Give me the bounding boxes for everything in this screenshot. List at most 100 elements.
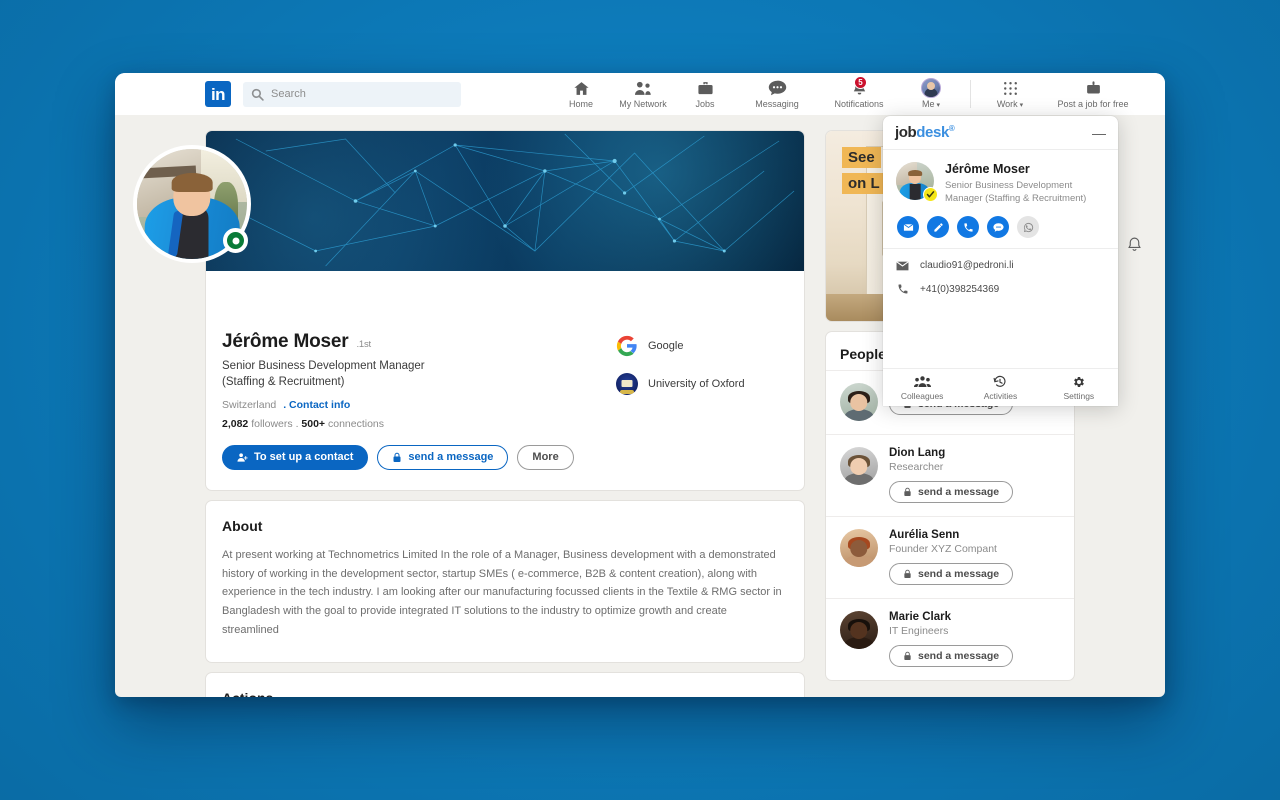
nav-label-my-network: My Network: [619, 98, 667, 109]
nav-label-home: Home: [568, 98, 593, 109]
send-message-label: send a message: [408, 451, 494, 464]
jobdesk-phone-value[interactable]: +41(0)398254369: [920, 284, 999, 295]
gear-icon: [1072, 375, 1086, 389]
nav-item-my-network[interactable]: My Network: [612, 73, 674, 115]
chevron-down-icon: ▾: [1019, 101, 1024, 109]
people-icon: [634, 80, 652, 97]
lock-icon: [903, 569, 912, 579]
nav-item-post-a-job[interactable]: Post a job for free: [1041, 73, 1145, 115]
org-row-google[interactable]: Google: [616, 335, 745, 357]
notifications-badge: 5: [854, 76, 867, 89]
send-message-button[interactable]: send a message: [889, 645, 1014, 667]
person-role: Researcher: [889, 461, 944, 473]
search-input[interactable]: Search: [243, 81, 461, 107]
add-person-icon: [237, 452, 248, 463]
send-message-button[interactable]: send a message: [377, 444, 509, 470]
group-icon: [913, 375, 931, 389]
tab-colleagues-label: Colleagues: [900, 390, 944, 401]
headline-line-1: Senior Business Development Manager: [222, 360, 425, 372]
list-item: Aurélia Senn Founder XYZ Compant send a …: [826, 516, 1074, 598]
headline-line-2: (Staffing & Recruitment): [222, 376, 345, 389]
actions-title: Actions: [222, 690, 784, 697]
search-placeholder: Search: [271, 88, 306, 100]
profile-location: Switzerland: [222, 398, 277, 411]
list-item: Marie Clark IT Engineers send a message: [826, 598, 1074, 680]
jobdesk-logo: jobdesk®: [895, 124, 955, 141]
nav-item-home[interactable]: Home: [550, 73, 612, 115]
person-role: IT Engineers: [889, 625, 949, 637]
tab-colleagues[interactable]: Colleagues: [883, 375, 961, 401]
avatar[interactable]: [840, 529, 878, 567]
main-column: in Jérôme Moser .1st Senior B: [133, 130, 1141, 697]
jobdesk-role-line-2: Manager (Staffing & Recruitment): [945, 193, 1087, 205]
followers-count: 2,082: [222, 417, 249, 430]
nav-label-jobs: Jobs: [695, 98, 715, 109]
nav-label-messaging: Messaging: [755, 98, 799, 109]
stats-separator: .: [295, 417, 299, 430]
nav-label-work: Work: [996, 98, 1018, 109]
followers-label: followers: [251, 417, 293, 430]
post-job-icon: [1085, 80, 1102, 97]
avatar[interactable]: [840, 447, 878, 485]
about-text: At present working at Technometrics Limi…: [222, 548, 782, 637]
jobdesk-quick-actions: [896, 216, 1105, 239]
jobdesk-email-value[interactable]: claudio91@pedroni.li: [920, 260, 1014, 271]
profile-avatar[interactable]: [133, 145, 251, 263]
browser-window: in Search Home My Network Jobs Messaging…: [115, 73, 1165, 697]
oxford-logo-icon: [616, 373, 638, 395]
person-name: Marie Clark: [889, 611, 952, 623]
send-message-button[interactable]: send a message: [889, 563, 1014, 585]
envelope-icon[interactable]: [897, 216, 919, 239]
profile-stats: 2,082 followers . 500+ connections: [222, 418, 604, 430]
grid-icon: [1003, 80, 1018, 97]
send-message-label: send a message: [918, 568, 1000, 580]
about-title: About: [222, 517, 263, 534]
pencil-icon[interactable]: [927, 216, 949, 239]
tab-settings[interactable]: Settings: [1040, 375, 1118, 401]
nav-item-jobs[interactable]: Jobs: [674, 73, 736, 115]
nav-item-work[interactable]: Work ▾: [979, 73, 1041, 115]
send-message-button[interactable]: send a message: [889, 481, 1014, 503]
avatar[interactable]: [840, 383, 878, 421]
profile-headline: Senior Business Development Manager (Sta…: [222, 358, 604, 391]
message-bubble-icon: [768, 80, 787, 97]
linkedin-logo-icon[interactable]: in: [205, 81, 231, 107]
chevron-down-icon: ▾: [936, 101, 941, 109]
avatar[interactable]: [896, 162, 938, 202]
contact-info-link[interactable]: . Contact info: [283, 399, 350, 411]
chat-icon[interactable]: [987, 216, 1009, 239]
nav-item-messaging[interactable]: Messaging: [736, 73, 818, 115]
avatar-icon: [921, 78, 941, 98]
jobdesk-popup: jobdesk® — Jérôme Moser Senior Business …: [883, 116, 1118, 406]
open-to-work-badge: [223, 228, 248, 253]
phone-icon[interactable]: [957, 216, 979, 239]
google-logo-icon: [616, 335, 637, 357]
jobdesk-tabs: Colleagues Activities Settings: [883, 368, 1118, 406]
lock-icon: [903, 487, 912, 497]
connections-count: 500+: [301, 417, 326, 430]
promo-text: See on L: [842, 147, 886, 199]
lock-icon: [903, 651, 912, 661]
org-row-oxford[interactable]: University of Oxford: [616, 373, 745, 395]
minimize-button[interactable]: —: [1092, 126, 1106, 140]
nav-right-group: Home My Network Jobs Messaging 5 Notific…: [550, 73, 1145, 115]
avatar[interactable]: [840, 611, 878, 649]
phone-icon: [896, 283, 909, 295]
set-up-contact-button[interactable]: To set up a contact: [222, 444, 369, 470]
send-message-label: send a message: [918, 650, 1000, 662]
jobdesk-details: claudio91@pedroni.li +41(0)398254369: [883, 249, 1118, 368]
person-role: Founder XYZ Compant: [889, 543, 997, 555]
nav-item-notifications[interactable]: 5 Notifications: [818, 73, 900, 115]
nav-label-notifications: Notifications: [834, 98, 884, 109]
nav-item-me[interactable]: Me ▾: [900, 73, 962, 115]
whatsapp-icon[interactable]: [1017, 216, 1039, 239]
history-icon: [993, 375, 1007, 389]
org-name-google: Google: [648, 340, 684, 352]
jobdesk-role-line-1: Senior Business Development: [945, 180, 1073, 191]
linkedin-top-nav: in Search Home My Network Jobs Messaging…: [115, 73, 1165, 115]
jobdesk-contact-role: Senior Business Development Manager (Sta…: [945, 179, 1086, 205]
more-button[interactable]: More: [517, 444, 574, 470]
tab-activities[interactable]: Activities: [961, 375, 1039, 401]
list-item: Dion Lang Researcher send a message: [826, 434, 1074, 516]
tab-activities-label: Activities: [983, 390, 1018, 401]
